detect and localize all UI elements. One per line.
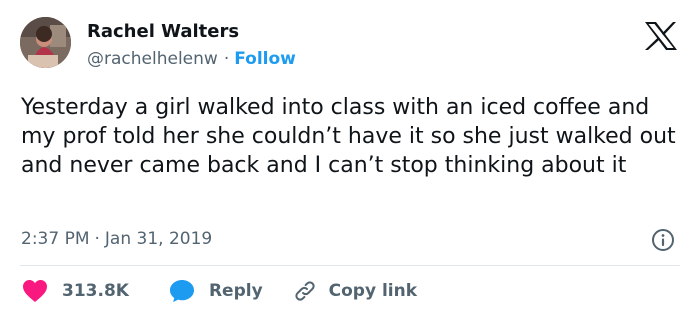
tweet-time: 2:37 PM [21, 229, 90, 249]
handle-row: @rachelhelenw · Follow [87, 49, 296, 69]
display-name[interactable]: Rachel Walters [87, 21, 239, 42]
x-logo-icon[interactable] [644, 21, 678, 51]
separator-dot: · [223, 49, 230, 69]
tweet-date: Jan 31, 2019 [104, 229, 213, 249]
like-count: 313.8K [62, 281, 129, 301]
speech-bubble-icon [169, 280, 194, 302]
copy-link-button[interactable]: Copy link [293, 279, 417, 303]
tweet-card: Rachel Walters @rachelhelenw · Follow Yest… [0, 0, 700, 318]
avatar-image [20, 17, 71, 68]
heart-icon [23, 280, 47, 302]
info-icon[interactable] [651, 228, 675, 252]
like-button[interactable]: 313.8K [22, 279, 169, 303]
reply-label: Reply [208, 281, 263, 301]
user-handle[interactable]: @rachelhelenw [87, 49, 218, 69]
avatar[interactable] [20, 17, 71, 68]
divider [20, 265, 680, 266]
tweet-text: Yesterday a girl walked into class with … [21, 95, 676, 178]
separator-dot: · [94, 229, 100, 249]
tweet-timestamp[interactable]: 2:37 PM · Jan 31, 2019 [21, 229, 212, 249]
reply-button[interactable]: Reply [169, 279, 263, 303]
link-icon [295, 281, 315, 301]
copy-link-label: Copy link [328, 281, 418, 301]
action-bar: 313.8K Reply Copy link [22, 277, 417, 305]
follow-button[interactable]: Follow [234, 49, 296, 69]
